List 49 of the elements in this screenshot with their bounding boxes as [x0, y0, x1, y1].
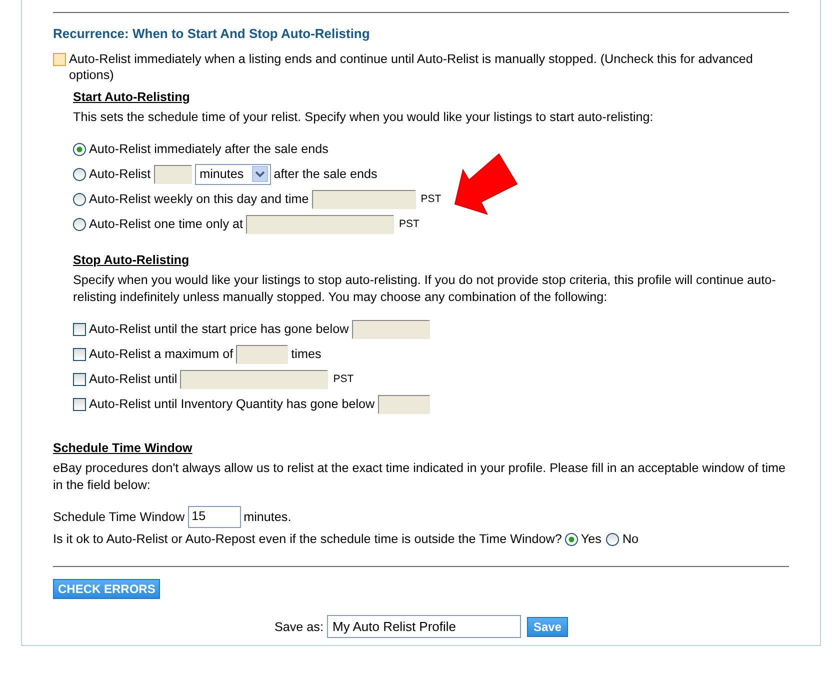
section-heading: Start Auto-Relisting: [73, 90, 191, 104]
radio-button[interactable]: [606, 532, 620, 546]
save-as-label: Save as:: [274, 620, 324, 634]
time-window-field[interactable]: 15: [188, 506, 241, 528]
input-field[interactable]: [236, 344, 288, 364]
checkbox[interactable]: [73, 372, 86, 386]
section-title: Recurrence: When to Start And Stop Auto-Relisting: [53, 26, 371, 41]
option-label: Auto-Relist weekly on this day and time: [89, 192, 309, 206]
input-field[interactable]: [378, 394, 430, 414]
field-label: Schedule Time Window: [53, 510, 185, 524]
radio-button[interactable]: [73, 168, 86, 180]
option-label: Auto-Relist until Inventory Quantity has gone below: [89, 397, 375, 411]
section-description: eBay procedures don't always allow us to relist at the exact time indicated in your profile. Please fill in an acceptable window of time in the field below:: [53, 460, 787, 494]
unit-dropdown[interactable]: minutes: [194, 164, 271, 184]
option-label: Auto-Relist a maximum of: [89, 347, 234, 361]
radio-button[interactable]: [73, 192, 86, 206]
option-label: Auto-Relist immediately when a listing ends and continue until Auto-Relist is manually stopped. (Uncheck this for advanced options): [69, 51, 754, 83]
section-heading: Stop Auto-Relisting: [73, 253, 190, 267]
option-label: Auto-Relist until: [89, 372, 178, 386]
unit-label: minutes.: [244, 510, 292, 524]
timezone-label: PST: [399, 218, 420, 230]
option-label: Auto-Relist: [89, 167, 151, 181]
input-field[interactable]: [352, 320, 430, 338]
timezone-label: PST: [420, 193, 442, 205]
checkbox[interactable]: [73, 398, 86, 410]
option-suffix: times: [291, 347, 322, 361]
radio-button[interactable]: [73, 142, 86, 156]
radio-button[interactable]: [73, 218, 86, 230]
dropdown-icon: [252, 166, 268, 182]
option-suffix: after the sale ends: [274, 167, 378, 181]
timezone-label: PST: [333, 373, 354, 385]
profile-name-field[interactable]: My Auto Relist Profile: [327, 615, 522, 638]
question-text: Is it ok to Auto-Relist or Auto-Repost even if the schedule time is outside the Time Window?: [53, 532, 562, 546]
checkbox[interactable]: [73, 348, 86, 360]
option-label: Auto-Relist one time only at: [89, 217, 243, 231]
checkbox[interactable]: [53, 53, 66, 66]
input-field[interactable]: [246, 214, 394, 234]
answer-label: Yes: [580, 532, 602, 546]
input-field[interactable]: [154, 164, 192, 184]
section-description: This sets the schedule time of your relist. Specify when you would like your listings to start auto-relisting:: [73, 109, 654, 126]
input-field[interactable]: [312, 190, 416, 208]
option-label: Auto-Relist immediately after the sale ends: [89, 142, 328, 156]
option-label: Auto-Relist until the start price has gone below: [89, 322, 349, 336]
section-description: Specify when you would like your listings to stop auto-relisting. If you do not provide stop criteria, this profile will continue auto-relisting indefinitely unless manually stopped. You may choose any combination of the following:: [73, 272, 777, 306]
radio-button[interactable]: [564, 532, 578, 546]
input-field[interactable]: [180, 370, 328, 388]
checkbox[interactable]: [73, 322, 86, 336]
answer-label: No: [622, 532, 639, 546]
section-heading: Schedule Time Window: [53, 441, 194, 455]
